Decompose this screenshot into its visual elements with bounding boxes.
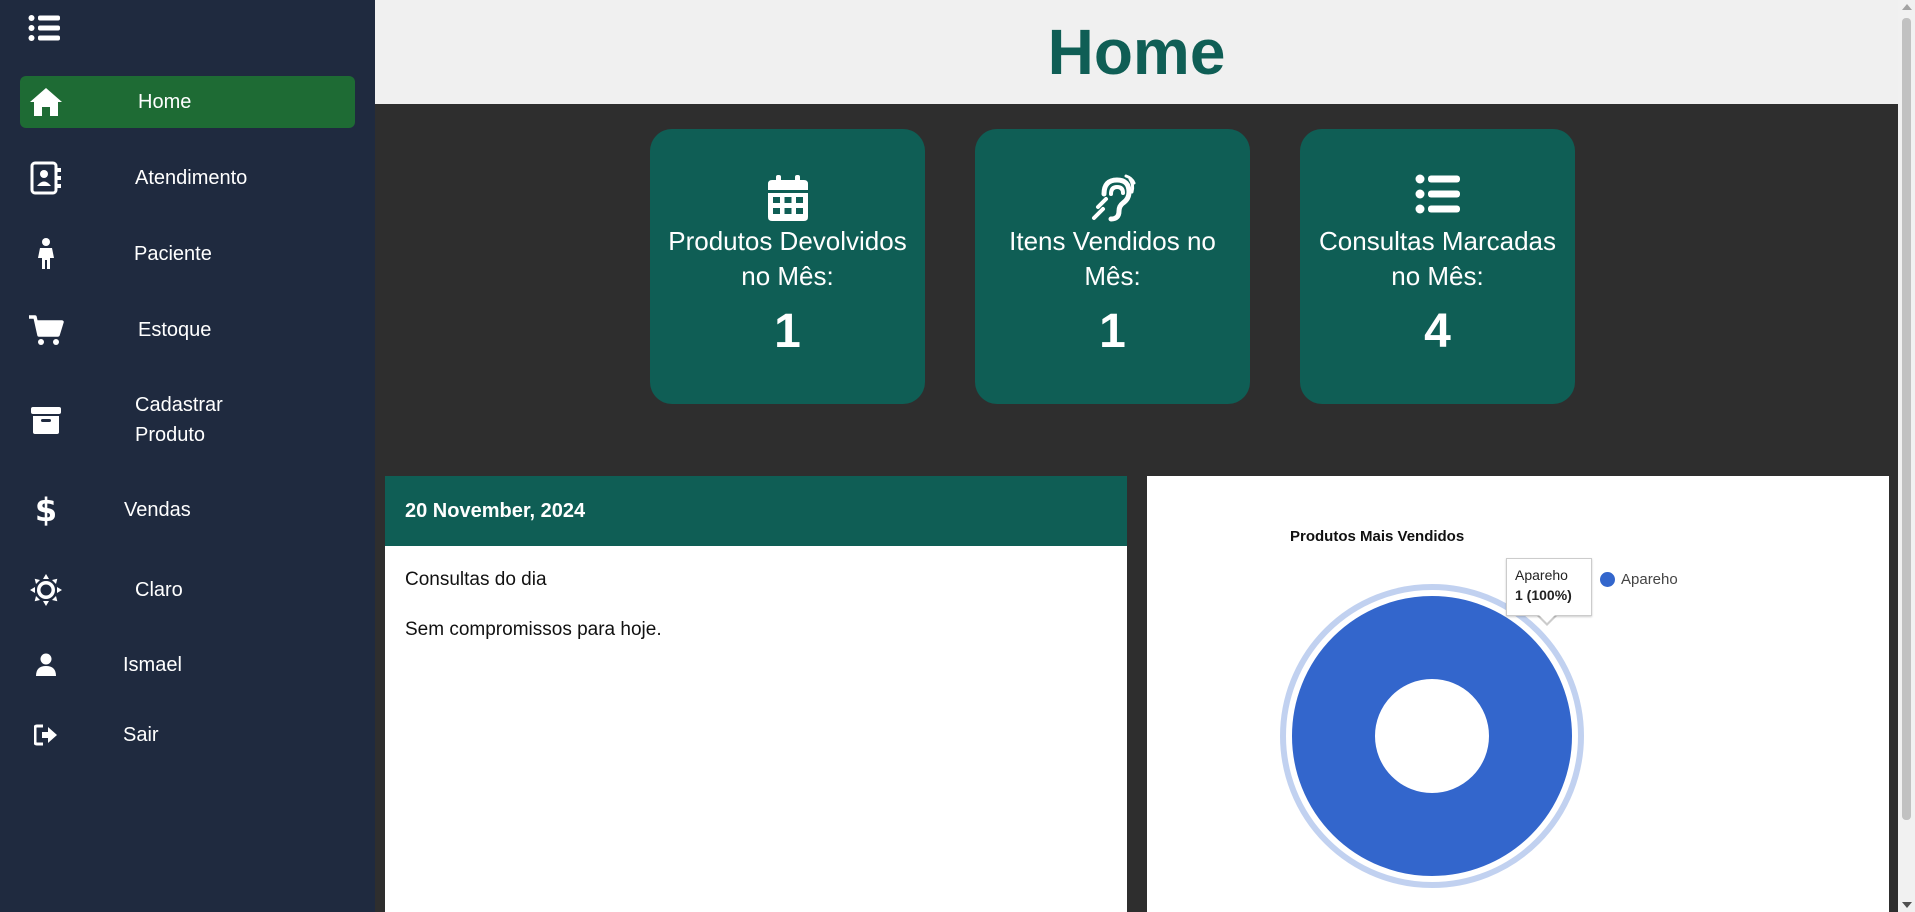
sidebar-item-sair[interactable]: Sair [20,709,355,761]
sidebar-item-label: Vendas [124,499,191,521]
appointments-heading: Consultas do dia [405,569,547,590]
sun-icon [28,572,64,608]
chart-title: Produtos Mais Vendidos [1290,528,1465,545]
daily-appointments-panel: 20 November, 2024 Consultas do dia Sem c… [385,476,1127,912]
sidebar-item-estoque[interactable]: Estoque [20,304,355,356]
stat-card-title: Consultas Marcadas no Mês: [1319,226,1556,291]
sidebar-item-claro[interactable]: Claro [20,564,355,616]
sidebar-item-paciente[interactable]: Paciente [20,228,355,280]
sidebar: Home Atendimento Paciente Estoque Cadast… [0,0,375,912]
page-header: Home [375,0,1898,104]
stat-card-value: 4 [1424,305,1451,358]
sidebar-item-label: Atendimento [135,167,248,189]
sidebar-item-label: Cadastrar Produto [135,394,223,446]
tooltip-label: Apareho [1515,567,1568,583]
chart-legend[interactable]: Apareho [1600,571,1678,588]
calendar-icon [650,174,925,222]
page-title: Home [1047,16,1226,88]
appointments-empty-message: Sem compromissos para hoje. [405,619,662,640]
chart-tooltip: Apareho 1 (100%) [1506,558,1592,616]
sidebar-item-home[interactable]: Home [20,76,355,128]
sidebar-item-label: Estoque [138,319,212,341]
chart-panel: Produtos Mais Vendidos Apareho Apareho 1… [1147,476,1889,912]
menu-toggle-list-icon[interactable] [28,14,66,46]
sidebar-item-label: Home [138,91,192,113]
person-icon [28,236,64,272]
tooltip-value: 1 (100%) [1515,587,1572,603]
stat-card-title: Itens Vendidos no Mês: [1009,226,1216,291]
sidebar-item-ismael[interactable]: Ismael [20,639,355,691]
donut-chart[interactable] [1277,581,1587,891]
cart-icon [28,312,64,348]
sidebar-item-vendas[interactable]: $ Vendas [20,484,355,536]
tooltip-arrow-inner [1539,615,1555,623]
archive-box-icon [28,402,64,438]
sidebar-item-atendimento[interactable]: Atendimento [20,152,355,204]
sidebar-item-label: Sair [123,724,159,746]
stat-card-value: 1 [1099,305,1126,358]
scroll-up-arrow[interactable] [1902,4,1912,10]
home-icon [28,84,64,120]
sidebar-item-label: Paciente [134,243,212,265]
dollar-icon: $ [28,492,64,528]
scrollbar-thumb[interactable] [1902,18,1911,820]
hearing-icon [975,174,1250,222]
vertical-scrollbar[interactable] [1898,0,1915,912]
pie-slice-apareho[interactable] [1291,595,1573,877]
stat-card-value: 1 [774,305,801,358]
scroll-down-arrow[interactable] [1902,902,1912,908]
sidebar-item-label: Ismael [123,654,182,676]
sidebar-item-label: Claro [135,579,183,601]
stat-card-produtos-devolvidos: Produtos Devolvidos no Mês: 1 [650,129,925,404]
stat-card-itens-vendidos: Itens Vendidos no Mês: 1 [975,129,1250,404]
user-icon [28,647,64,683]
sign-out-icon [28,717,64,753]
sidebar-item-cadastrar-produto[interactable]: Cadastrar Produto [20,385,355,455]
contact-book-icon [28,160,64,196]
stat-card-title: Produtos Devolvidos no Mês: [668,226,907,291]
legend-label: Apareho [1621,571,1678,588]
stat-card-consultas-marcadas: Consultas Marcadas no Mês: 4 [1300,129,1575,404]
legend-swatch [1600,572,1615,587]
list-icon [1300,174,1575,222]
calendar-date: 20 November, 2024 [385,476,1127,546]
svg-text:$: $ [36,493,56,527]
